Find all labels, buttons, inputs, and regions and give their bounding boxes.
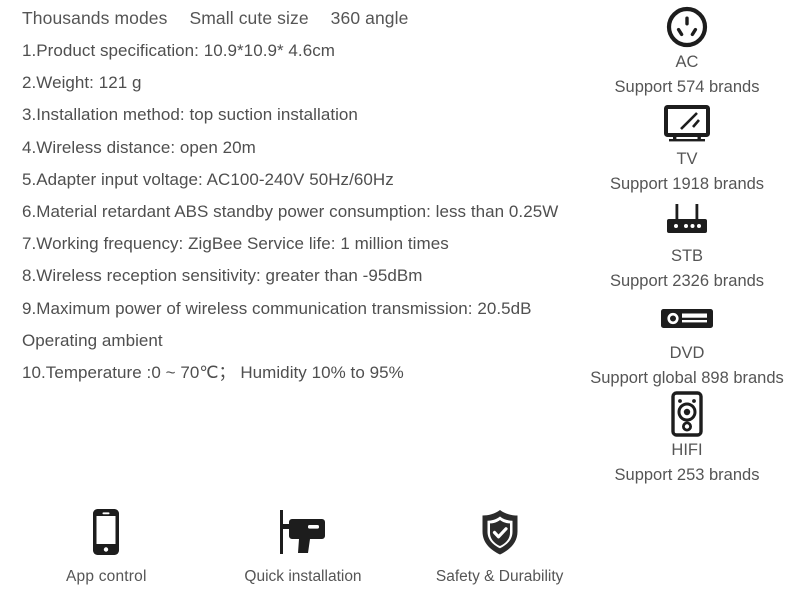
device-entry-hifi: HIFI Support 253 brands: [614, 391, 760, 485]
device-entry-ac: AC Support 574 brands: [614, 4, 760, 97]
spec-item: 2.Weight: 121 g: [22, 73, 142, 93]
specification-list: Thousands modes Small cute size 360 angle …: [22, 8, 662, 396]
device-name: TV: [676, 150, 698, 168]
spec-item: 7.Working frequency: ZigBee Service life…: [22, 234, 449, 254]
hifi-speaker-icon: [667, 391, 707, 438]
device-name: STB: [670, 247, 704, 265]
drill-icon: [276, 505, 330, 557]
spec-item: 9.Maximum power of wireless communicatio…: [22, 298, 532, 318]
stb-router-icon: [661, 198, 713, 244]
tv-icon: [661, 101, 713, 147]
headline-segment-3: 360 angle: [330, 8, 409, 28]
dvd-player-icon: [659, 295, 715, 341]
feature-safety-durability: Safety & Durability: [412, 505, 587, 586]
spec-item: 6.Material retardant ABS standby power c…: [22, 201, 559, 221]
feature-label: Safety & Durability: [435, 568, 564, 585]
device-name: HIFI: [671, 441, 703, 459]
feature-app-control: App control: [19, 505, 194, 586]
feature-label: App control: [66, 568, 147, 585]
headline-segment-1: Thousands modes: [22, 8, 168, 28]
product-spec-page: Thousands modes Small cute size 360 angle …: [0, 0, 800, 600]
spec-item: 8.Wireless reception sensitivity: greate…: [22, 266, 423, 286]
device-support-text: Support 574 brands: [614, 78, 760, 96]
device-entry-stb: STB Support 2326 brands: [610, 198, 764, 291]
feature-highlights-row: App control Quick installation Safety & …: [8, 505, 598, 586]
feature-label: Quick installation: [244, 568, 362, 585]
device-support-text: Support 253 brands: [614, 466, 760, 484]
device-support-text: Support 2326 brands: [609, 272, 765, 290]
ac-socket-icon: [665, 4, 709, 50]
device-entry-tv: TV Support 1918 brands: [610, 101, 764, 194]
spec-item: 5.Adapter input voltage: AC100-240V 50Hz…: [22, 169, 394, 189]
headline-features: Thousands modes Small cute size 360 angle: [22, 8, 662, 29]
supported-devices-list: AC Support 574 brands TV Support 1918 br…: [582, 4, 792, 489]
spec-item: 4.Wireless distance: open 20m: [22, 137, 256, 157]
headline-segment-2: Small cute size: [189, 8, 309, 28]
smartphone-icon: [89, 505, 123, 557]
device-entry-dvd: DVD Support global 898 brands: [590, 295, 784, 388]
spec-item: 10.Temperature :0 ~ 70℃； Humidity 10% to…: [22, 362, 404, 382]
device-support-text: Support 1918 brands: [609, 175, 765, 193]
shield-check-icon: [477, 505, 523, 557]
device-name: DVD: [669, 344, 705, 362]
device-support-text: Support global 898 brands: [590, 369, 784, 387]
spec-item: 1.Product specification: 10.9*10.9* 4.6c…: [22, 41, 335, 60]
spec-item: 3.Installation method: top suction insta…: [22, 105, 358, 125]
feature-quick-installation: Quick installation: [215, 505, 390, 586]
device-name: AC: [675, 53, 699, 71]
spec-item: Operating ambient: [22, 330, 163, 350]
